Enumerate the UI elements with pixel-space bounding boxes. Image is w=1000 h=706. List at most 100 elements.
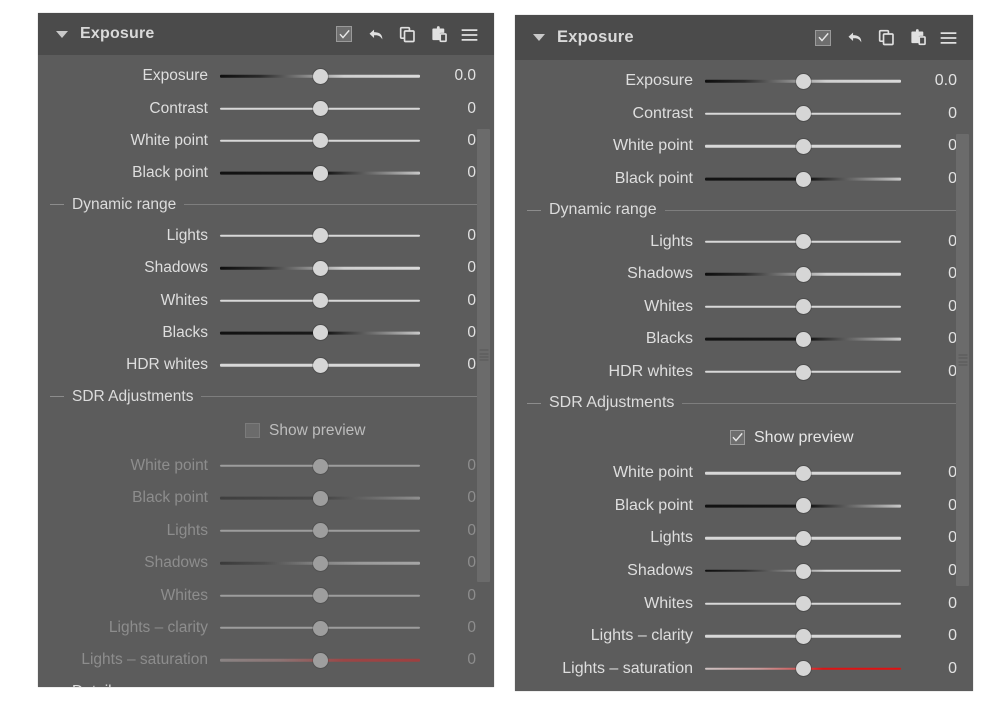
slider-row[interactable]: Lights – saturation 0 xyxy=(515,653,973,686)
slider-knob[interactable] xyxy=(795,465,811,481)
slider-knob[interactable] xyxy=(312,101,328,117)
slider-control[interactable] xyxy=(705,522,901,555)
slider-knob[interactable] xyxy=(795,364,811,380)
slider-row[interactable]: Shadows 0 xyxy=(515,555,973,588)
slider-row[interactable]: Blacks 0 xyxy=(38,317,494,349)
slider-knob[interactable] xyxy=(312,133,328,149)
slider-control[interactable] xyxy=(705,653,901,686)
slider-row[interactable]: HDR whites 0 xyxy=(38,349,494,381)
slider-control[interactable] xyxy=(705,356,901,389)
slider-control[interactable] xyxy=(705,163,901,196)
slider-control[interactable] xyxy=(220,579,420,611)
slider-row[interactable]: HDR whites 0 xyxy=(515,356,973,389)
slider-control[interactable] xyxy=(705,98,901,131)
slider-knob[interactable] xyxy=(312,68,328,84)
slider-knob[interactable] xyxy=(312,325,328,341)
slider-knob[interactable] xyxy=(312,357,328,373)
slider-knob[interactable] xyxy=(795,73,811,89)
slider-row[interactable]: Contrast 0 xyxy=(515,98,973,131)
slider-row[interactable]: Black point 0 xyxy=(515,490,973,523)
slider-row[interactable]: Blacks 0 xyxy=(515,323,973,356)
slider-knob[interactable] xyxy=(795,171,811,187)
scrollbar-thumb[interactable] xyxy=(477,129,490,582)
slider-control[interactable] xyxy=(220,125,420,157)
slider-knob[interactable] xyxy=(312,652,328,668)
slider-row[interactable]: Lights 0 xyxy=(38,220,494,252)
slider-control[interactable] xyxy=(220,482,420,514)
enable-checkbox[interactable] xyxy=(815,29,831,46)
reset-icon[interactable] xyxy=(845,27,866,48)
slider-knob[interactable] xyxy=(795,563,811,579)
slider-control[interactable] xyxy=(705,490,901,523)
vertical-scrollbar[interactable] xyxy=(477,61,490,681)
menu-icon[interactable] xyxy=(938,27,959,48)
slider-control[interactable] xyxy=(220,92,420,124)
slider-knob[interactable] xyxy=(795,106,811,122)
slider-row[interactable]: Shadows 0 xyxy=(38,547,494,579)
show-preview-row[interactable]: Show preview xyxy=(38,412,494,450)
slider-control[interactable] xyxy=(705,323,901,356)
slider-knob[interactable] xyxy=(795,299,811,315)
show-preview-checkbox[interactable] xyxy=(730,430,745,446)
slider-knob[interactable] xyxy=(795,498,811,514)
slider-row[interactable]: White point 0 xyxy=(38,125,494,157)
slider-row[interactable]: Exposure 0.0 xyxy=(515,65,973,98)
slider-row[interactable]: Exposure 0.0 xyxy=(38,60,494,92)
menu-icon[interactable] xyxy=(459,24,480,45)
slider-knob[interactable] xyxy=(795,266,811,282)
panel-header[interactable]: Exposure xyxy=(515,15,973,60)
slider-control[interactable] xyxy=(705,258,901,291)
slider-knob[interactable] xyxy=(312,523,328,539)
slider-knob[interactable] xyxy=(795,331,811,347)
slider-row[interactable]: Lights – saturation 0 xyxy=(38,644,494,676)
slider-row[interactable]: Whites 0 xyxy=(38,579,494,611)
slider-control[interactable] xyxy=(220,317,420,349)
slider-knob[interactable] xyxy=(795,596,811,612)
chevron-down-icon[interactable] xyxy=(56,30,68,38)
slider-row[interactable]: Lights – clarity 0 xyxy=(515,620,973,653)
slider-row[interactable]: Black point 0 xyxy=(38,157,494,189)
copy-icon[interactable] xyxy=(397,24,418,45)
slider-control[interactable] xyxy=(220,450,420,482)
slider-knob[interactable] xyxy=(312,490,328,506)
slider-knob[interactable] xyxy=(312,165,328,181)
slider-control[interactable] xyxy=(220,515,420,547)
slider-control[interactable] xyxy=(705,587,901,620)
slider-knob[interactable] xyxy=(312,620,328,636)
paste-icon[interactable] xyxy=(428,24,449,45)
scrollbar-thumb[interactable] xyxy=(956,134,969,586)
slider-control[interactable] xyxy=(220,644,420,676)
slider-knob[interactable] xyxy=(795,234,811,250)
slider-row[interactable]: Black point 0 xyxy=(38,482,494,514)
slider-row[interactable]: Shadows 0 xyxy=(38,252,494,284)
slider-control[interactable] xyxy=(705,65,901,98)
slider-row[interactable]: White point 0 xyxy=(38,450,494,482)
slider-knob[interactable] xyxy=(312,293,328,309)
enable-checkbox[interactable] xyxy=(336,26,352,42)
slider-knob[interactable] xyxy=(312,260,328,276)
slider-control[interactable] xyxy=(705,620,901,653)
slider-row[interactable]: Lights 0 xyxy=(515,225,973,258)
slider-row[interactable]: Whites 0 xyxy=(515,587,973,620)
slider-row[interactable]: Shadows 0 xyxy=(515,258,973,291)
slider-knob[interactable] xyxy=(312,458,328,474)
vertical-scrollbar[interactable] xyxy=(956,66,969,685)
slider-knob[interactable] xyxy=(795,661,811,677)
slider-row[interactable]: Whites 0 xyxy=(38,284,494,316)
slider-row[interactable]: Lights – clarity 0 xyxy=(38,612,494,644)
slider-control[interactable] xyxy=(220,284,420,316)
slider-row[interactable]: Lights 0 xyxy=(38,515,494,547)
paste-icon[interactable] xyxy=(907,27,928,48)
slider-control[interactable] xyxy=(705,457,901,490)
slider-control[interactable] xyxy=(220,252,420,284)
slider-row[interactable]: White point 0 xyxy=(515,130,973,163)
slider-knob[interactable] xyxy=(795,530,811,546)
slider-row[interactable]: Whites 0 xyxy=(515,291,973,324)
slider-control[interactable] xyxy=(220,157,420,189)
slider-knob[interactable] xyxy=(795,138,811,154)
slider-control[interactable] xyxy=(220,547,420,579)
slider-row[interactable]: Lights 0 xyxy=(515,522,973,555)
chevron-down-icon[interactable] xyxy=(533,34,545,41)
panel-header[interactable]: Exposure xyxy=(38,13,494,55)
slider-knob[interactable] xyxy=(312,588,328,604)
